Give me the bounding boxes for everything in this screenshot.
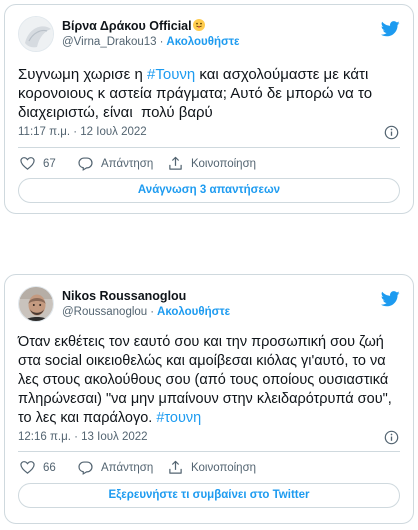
speech-bubble-icon bbox=[78, 157, 93, 171]
twitter-bird-icon[interactable] bbox=[381, 21, 400, 37]
tweet-card: Βίρνα Δράκου Official @Virna_Drakou13 · Ακ… bbox=[4, 4, 414, 214]
tweet-card: Nikos Roussanoglou @Roussanoglou · Ακολουθ… bbox=[4, 274, 414, 524]
tongue-emoji-icon bbox=[192, 19, 205, 31]
share-label: Κοινοποίηση bbox=[191, 461, 257, 474]
tweet-header: Βίρνα Δράκου Official @Virna_Drakou13 · Ακ… bbox=[18, 16, 400, 56]
display-name[interactable]: Nikos Roussanoglou bbox=[62, 289, 370, 304]
speech-bubble-icon bbox=[78, 461, 93, 475]
share-icon bbox=[169, 156, 182, 170]
handle[interactable]: @Virna_Drakou13 bbox=[62, 36, 157, 48]
explore-twitter-button[interactable]: Εξερευνήστε τι συμβαίνει στο Twitter bbox=[18, 483, 400, 508]
divider bbox=[18, 451, 400, 452]
tweet-text: Συγνωμη χωρισε η #Τουνη και ασχολούμαστε… bbox=[18, 66, 377, 121]
handle[interactable]: @Roussanoglou bbox=[62, 306, 147, 318]
heart-icon bbox=[20, 461, 35, 474]
read-replies-button[interactable]: Ανάγνωση 3 απαντήσεων bbox=[18, 178, 400, 203]
heart-icon bbox=[20, 157, 35, 170]
share-button[interactable]: Κοινοποίηση bbox=[168, 156, 256, 171]
tweet-actions: 66 Απάντηση Κοινοποίηση bbox=[18, 460, 400, 478]
twitter-bird-icon[interactable] bbox=[381, 291, 400, 307]
like-button[interactable]: 66 bbox=[20, 460, 56, 475]
share-button[interactable]: Κοινοποίηση bbox=[168, 460, 256, 475]
follow-link[interactable]: Ακολουθήστε bbox=[166, 36, 239, 48]
like-count: 66 bbox=[43, 461, 56, 474]
follow-link[interactable]: Ακολουθήστε bbox=[157, 306, 230, 318]
info-icon[interactable] bbox=[384, 125, 399, 140]
like-count: 67 bbox=[43, 157, 56, 170]
avatar[interactable] bbox=[18, 16, 54, 52]
share-label: Κοινοποίηση bbox=[191, 157, 257, 170]
like-button[interactable]: 67 bbox=[20, 156, 56, 171]
tweet-actions: 67 Απάντηση Κοινοποίηση bbox=[18, 156, 400, 174]
tweet-header: Nikos Roussanoglou @Roussanoglou · Ακολουθ… bbox=[18, 286, 400, 326]
separator: · bbox=[159, 36, 164, 48]
reply-label: Απάντηση bbox=[101, 461, 154, 474]
separator: · bbox=[150, 306, 155, 318]
share-icon bbox=[169, 460, 182, 474]
display-name[interactable]: Βίρνα Δράκου Official bbox=[62, 19, 370, 34]
timestamp[interactable]: 12:16 π.μ. · 13 Ιουλ 2022 bbox=[18, 431, 148, 443]
hashtag-link[interactable]: #Τουνη bbox=[147, 66, 195, 83]
timestamp[interactable]: 11:17 π.μ. · 12 Ιουλ 2022 bbox=[18, 126, 147, 138]
hashtag-link[interactable]: #τουνη bbox=[156, 410, 201, 426]
avatar[interactable] bbox=[18, 286, 54, 322]
tweet-text: Όταν εκθέτεις τον εαυτό σου και την προσ… bbox=[18, 334, 396, 426]
reply-button[interactable]: Απάντηση bbox=[78, 460, 153, 475]
reply-button[interactable]: Απάντηση bbox=[78, 156, 153, 171]
reply-label: Απάντηση bbox=[101, 157, 154, 170]
info-icon[interactable] bbox=[384, 430, 399, 445]
divider bbox=[18, 147, 400, 148]
